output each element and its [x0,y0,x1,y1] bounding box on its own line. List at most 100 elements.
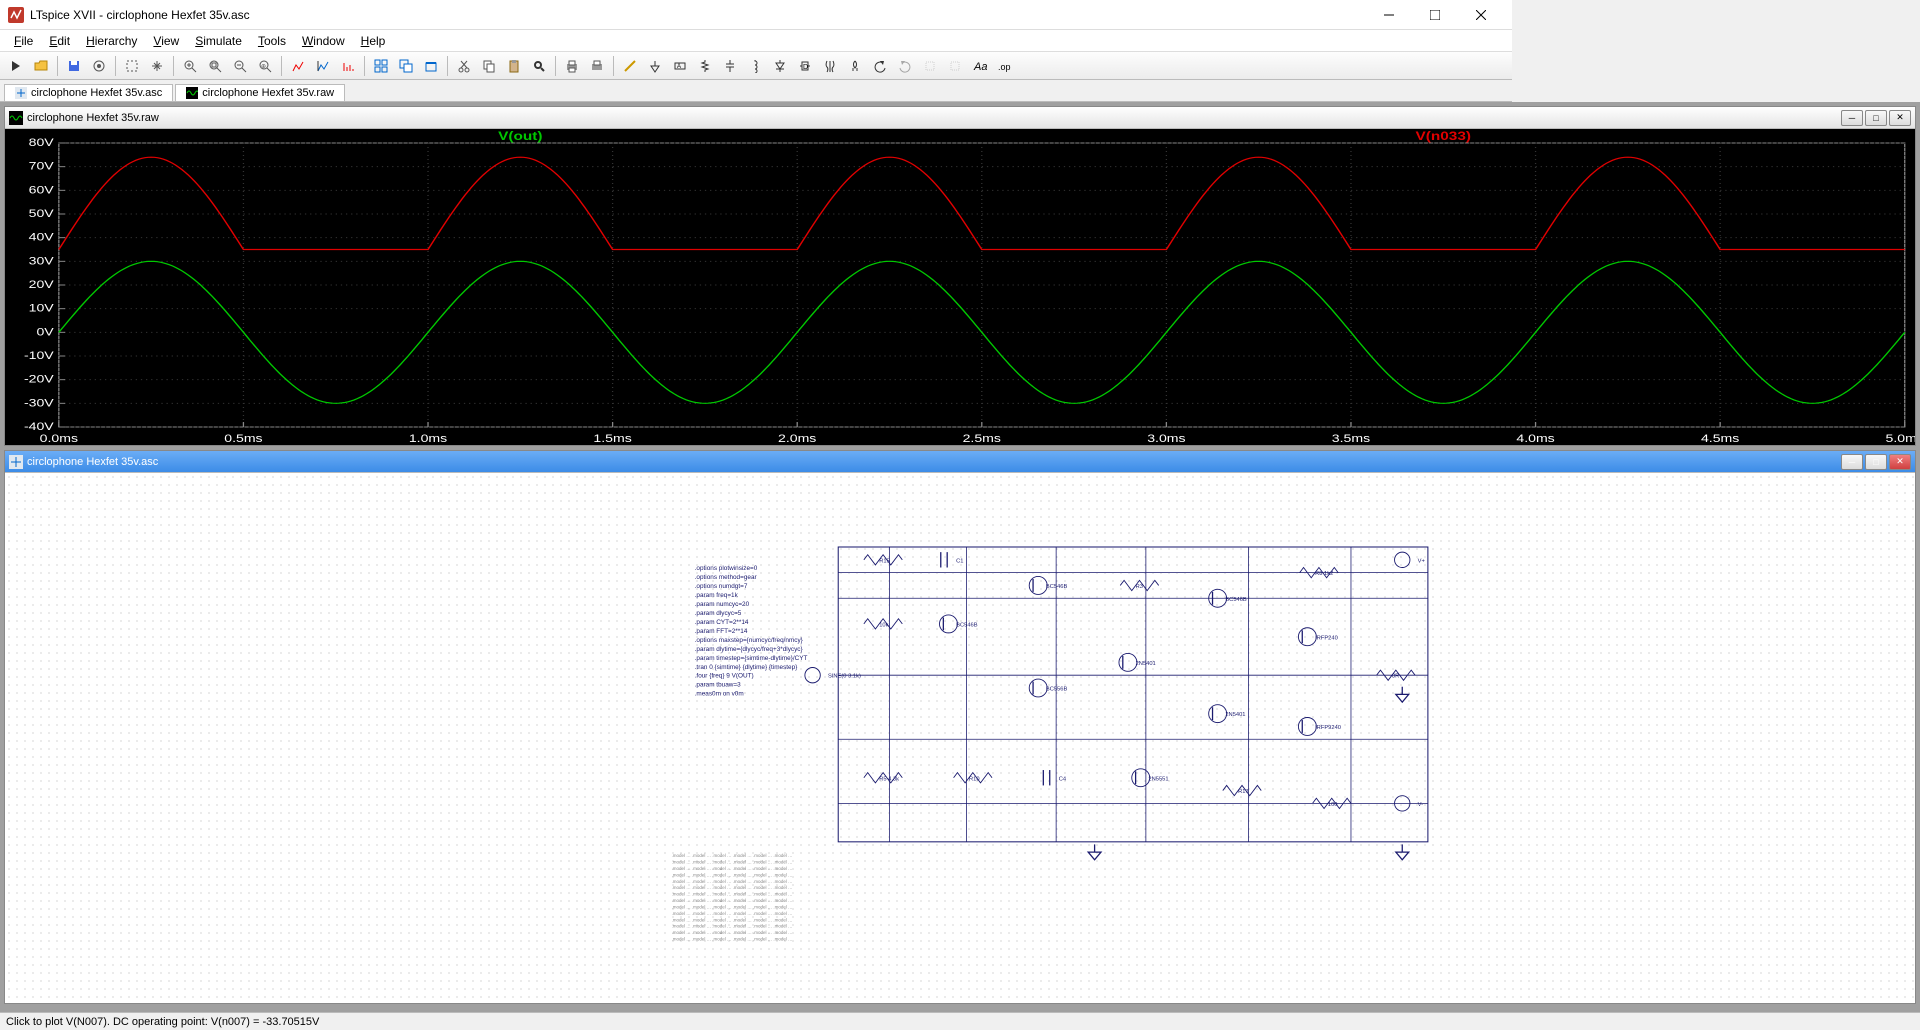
menu-hierarchy[interactable]: Hierarchy [78,32,145,50]
search-button[interactable] [527,54,551,78]
panel-close-button[interactable]: ✕ [1889,454,1911,470]
svg-text:.options numdgt=7: .options numdgt=7 [695,583,748,590]
tab-waveform[interactable]: circlophone Hexfet 35v.raw [175,84,345,101]
move-button[interactable] [818,54,842,78]
svg-text:.model … .model … .model … .mo: .model … .model … .model … .model … .mod… [672,898,793,903]
undo-button[interactable] [868,54,892,78]
open-button[interactable] [29,54,53,78]
copy-button[interactable] [477,54,501,78]
autoscale-button[interactable] [286,54,310,78]
svg-text:.param dlycyc=5: .param dlycyc=5 [695,610,742,617]
svg-text:20V: 20V [29,278,55,290]
diode-button[interactable] [768,54,792,78]
svg-text:4.5ms: 4.5ms [1701,432,1739,444]
close-button[interactable] [1458,0,1504,30]
svg-text:R10: R10 [969,776,980,782]
maximize-button[interactable] [1412,0,1458,30]
svg-text:.model … .model … .model … .mo: .model … .model … .model … .model … .mod… [672,853,793,858]
rotate-button[interactable] [918,54,942,78]
svg-text:V+: V+ [1418,558,1426,564]
svg-text:10V: 10V [29,302,55,314]
cascade-button[interactable] [394,54,418,78]
tab-schematic[interactable]: circlophone Hexfet 35v.asc [4,84,173,101]
svg-text:Aa: Aa [973,61,987,73]
svg-text:.model … .model … .model … .mo: .model … .model … .model … .model … .mod… [672,879,793,884]
redo-button[interactable] [893,54,917,78]
zoom-in-button[interactable] [178,54,202,78]
capacitor-button[interactable] [718,54,742,78]
panel-minimize-button[interactable]: ─ [1841,110,1863,126]
schematic-view[interactable]: .options plotwinsize=0 .options method=ge… [5,473,1915,1003]
menu-tools[interactable]: Tools [250,32,294,50]
text-button[interactable]: Aa [968,54,992,78]
menu-edit[interactable]: Edit [41,32,78,50]
spice-directive-button[interactable]: .op [993,54,1017,78]
pan-button[interactable] [145,54,169,78]
drag-button[interactable] [843,54,867,78]
settings-button[interactable] [87,54,111,78]
menu-file[interactable]: File [6,32,41,50]
resistor-button[interactable] [693,54,717,78]
waveform-panel: circlophone Hexfet 35v.raw ─ □ ✕ -40V -30… [4,106,1916,446]
log-button[interactable] [311,54,335,78]
print-button[interactable] [560,54,584,78]
waveform-titlebar[interactable]: circlophone Hexfet 35v.raw ─ □ ✕ [5,107,1915,129]
svg-text:BC556B: BC556B [1046,687,1068,693]
menu-window[interactable]: Window [294,32,353,50]
tile-button[interactable] [369,54,393,78]
zoom-out-button[interactable] [228,54,252,78]
svg-text:-40V: -40V [24,420,54,432]
zoom-rect-button[interactable] [203,54,227,78]
svg-text:.options plotwinsize=0: .options plotwinsize=0 [695,565,758,572]
inductor-button[interactable] [743,54,767,78]
svg-text:2N5401: 2N5401 [1225,712,1245,718]
workspace: circlophone Hexfet 35v.raw ─ □ ✕ -40V -30… [0,102,1920,1012]
svg-text:-30V: -30V [24,397,54,409]
panel-close-button[interactable]: ✕ [1889,110,1911,126]
draw-wire-button[interactable] [618,54,642,78]
svg-text:2.0ms: 2.0ms [778,432,816,444]
panel-maximize-button[interactable]: □ [1865,110,1887,126]
minimize-button[interactable] [1366,0,1412,30]
svg-text:.op: .op [998,62,1011,72]
svg-text:.model … .model … .model … .mo: .model … .model … .model … .model … .mod… [672,911,793,916]
paste-button[interactable] [502,54,526,78]
svg-text:.param tbuaw=3: .param tbuaw=3 [695,682,741,689]
svg-text:2N5551: 2N5551 [1148,776,1168,782]
svg-text:.param numcyc=20: .param numcyc=20 [695,601,750,608]
svg-text:8R: 8R [1392,674,1399,680]
schematic-titlebar[interactable]: circlophone Hexfet 35v.asc ─ □ ✕ [5,451,1915,473]
component-button[interactable]: D [793,54,817,78]
svg-text:.model … .model … .model … .mo: .model … .model … .model … .model … .mod… [672,917,793,922]
svg-text:-10V: -10V [24,349,54,361]
svg-text:A: A [677,64,681,70]
menu-simulate[interactable]: Simulate [187,32,250,50]
cut-button[interactable] [452,54,476,78]
svg-text:D: D [803,64,808,71]
fft-button[interactable] [336,54,360,78]
svg-text:.meas0m on v0m: .meas0m on v0m [695,691,744,698]
snip-button[interactable] [120,54,144,78]
print-setup-button[interactable] [585,54,609,78]
label-button[interactable]: A [668,54,692,78]
schematic-panel: circlophone Hexfet 35v.asc ─ □ ✕ .option… [4,450,1916,1004]
menu-view[interactable]: View [145,32,187,50]
save-button[interactable] [62,54,86,78]
ground-button[interactable] [643,54,667,78]
svg-text:.options method=gear: .options method=gear [695,574,758,581]
svg-text:.param CYT=2**14: .param CYT=2**14 [695,619,749,626]
zoom-fit-button[interactable]: ⊕ [253,54,277,78]
panel-maximize-button[interactable]: □ [1865,454,1887,470]
menu-help[interactable]: Help [353,32,394,50]
mirror-button[interactable] [943,54,967,78]
run-button[interactable] [4,54,28,78]
svg-text:80V: 80V [29,136,55,148]
panel-minimize-button[interactable]: ─ [1841,454,1863,470]
tab-label: circlophone Hexfet 35v.asc [31,87,162,99]
svg-text:.model … .model … .model … .mo: .model … .model … .model … .model … .mod… [672,866,793,871]
close-all-button[interactable] [419,54,443,78]
svg-text:R5 4.3k: R5 4.3k [879,776,899,782]
waveform-plot[interactable]: -40V-30V-20V-10V0V10V20V30V40V50V60V70V8… [5,129,1915,445]
svg-text:2N5401: 2N5401 [1136,661,1156,667]
waveform-icon [186,87,198,99]
